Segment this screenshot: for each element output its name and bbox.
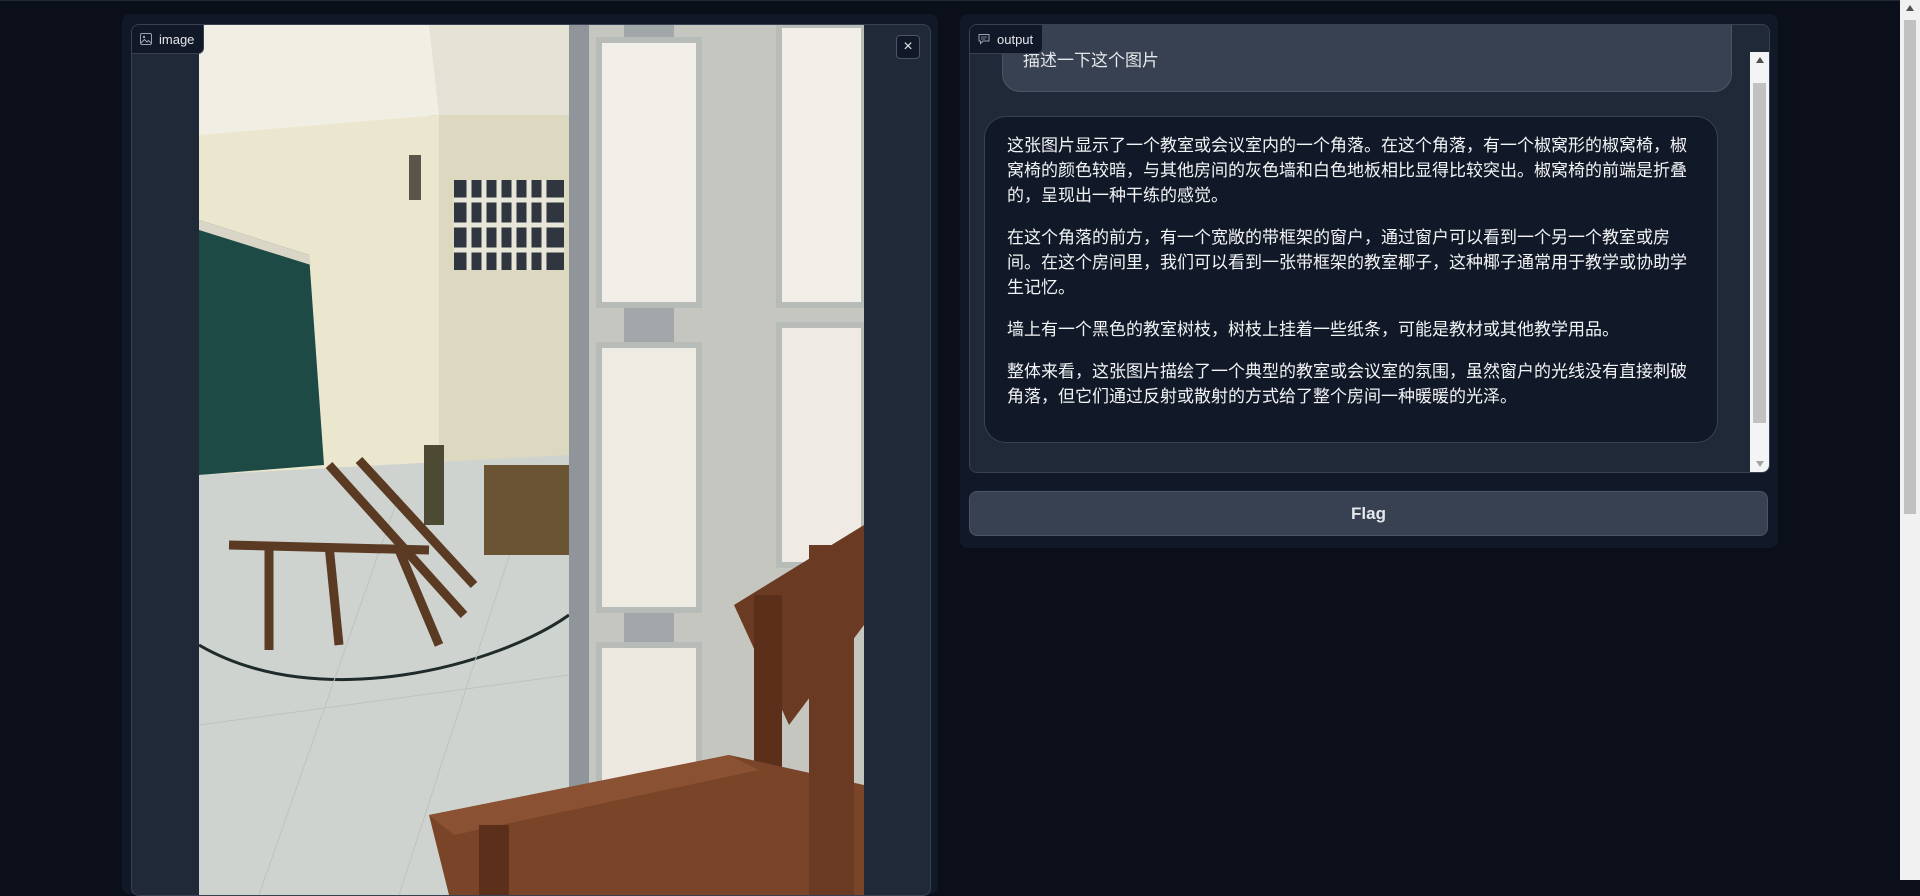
- page-scrollbar[interactable]: [1900, 0, 1920, 880]
- bot-paragraph: 这张图片显示了一个教室或会议室内的一个角落。在这个角落，有一个椒窝形的椒窝椅，椒…: [1007, 136, 1687, 205]
- page-scrollbar-thumb[interactable]: [1904, 20, 1916, 514]
- flag-button[interactable]: Flag: [969, 491, 1768, 536]
- user-message-text: 描述一下这个图片: [1023, 51, 1159, 70]
- user-message: 描述一下这个图片: [1002, 25, 1732, 92]
- output-label-text: output: [997, 31, 1034, 47]
- chat-scrollbar[interactable]: [1750, 52, 1769, 472]
- bot-paragraph: 墙上有一个黑色的教室树枝，树枝上挂着一些纸条，可能是教材或其他教学用品。: [1007, 320, 1619, 339]
- scroll-down-arrow-icon[interactable]: [1750, 456, 1769, 472]
- scroll-up-arrow-icon[interactable]: [1750, 52, 1769, 68]
- top-divider: [0, 0, 1900, 1]
- close-icon: ×: [903, 38, 913, 55]
- uploaded-image: [199, 25, 864, 895]
- bot-paragraph: 整体来看，这张图片描绘了一个典型的教室或会议室的氛围，虽然窗户的光线没有直接刺破…: [1007, 362, 1687, 406]
- chat-icon: [978, 33, 990, 45]
- bot-paragraph: 在这个角落的前方，有一个宽敞的带框架的窗户，通过窗户可以看到一个另一个教室或房间…: [1007, 228, 1687, 297]
- page-scroll-up-icon[interactable]: [1900, 0, 1920, 16]
- image-label-text: image: [159, 31, 195, 47]
- image-block-label: image: [132, 25, 205, 54]
- bot-message: 这张图片显示了一个教室或会议室内的一个角落。在这个角落，有一个椒窝形的椒窝椅，椒…: [984, 116, 1718, 443]
- chat-scrollbar-thumb[interactable]: [1753, 83, 1766, 423]
- image-icon: [140, 33, 152, 45]
- output-block-label: output: [970, 25, 1044, 54]
- output-panel: 描述一下这个图片 这张图片显示了一个教室或会议室内的一个角落。在这个角落，有一个…: [960, 14, 1778, 548]
- output-block: 描述一下这个图片 这张图片显示了一个教室或会议室内的一个角落。在这个角落，有一个…: [969, 24, 1770, 473]
- chatbot-area[interactable]: 描述一下这个图片 这张图片显示了一个教室或会议室内的一个角落。在这个角落，有一个…: [970, 25, 1750, 472]
- image-panel: image ×: [122, 14, 938, 896]
- clear-image-button[interactable]: ×: [896, 35, 920, 59]
- image-block: image ×: [131, 24, 931, 896]
